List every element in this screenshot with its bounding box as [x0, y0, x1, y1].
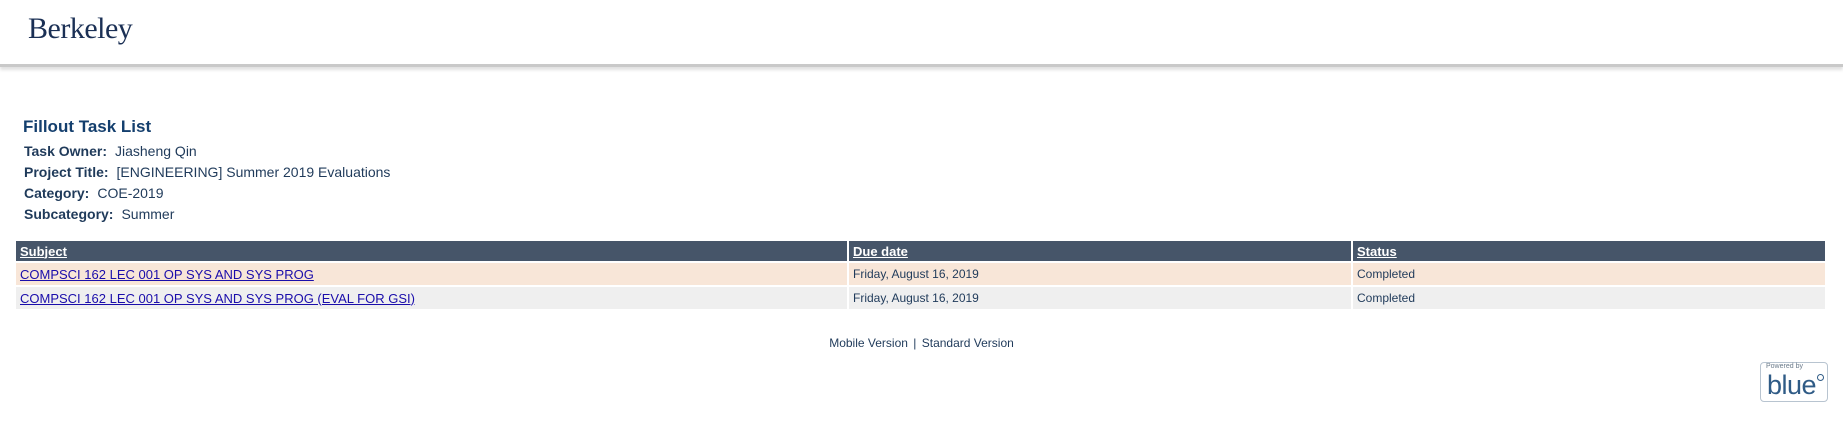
registered-mark-icon [1817, 374, 1824, 381]
top-header: Berkeley [0, 0, 1843, 67]
project-title-row: Project Title: [ENGINEERING] Summer 2019 … [24, 164, 390, 180]
category-value: COE-2019 [97, 185, 164, 201]
task-link[interactable]: COMPSCI 162 LEC 001 OP SYS AND SYS PROG … [20, 291, 415, 306]
category-row: Category: COE-2019 [24, 185, 164, 201]
page-title: Fillout Task List [23, 117, 152, 136]
column-header-subject: Subject [16, 241, 849, 262]
subcategory-row: Subcategory: Summer [24, 206, 174, 222]
project-title-label: Project Title: [24, 164, 109, 180]
status-cell: Completed [1352, 261, 1825, 286]
sort-due-date-link[interactable]: Due date [853, 244, 908, 259]
column-header-due-date: Due date [848, 241, 1353, 262]
due-date-cell: Friday, August 16, 2019 [848, 285, 1353, 309]
task-owner-row: Task Owner: Jiasheng Qin [24, 143, 197, 159]
task-table: Subject Due date Status COMPSCI 162 LEC … [16, 241, 1825, 309]
project-title-value: [ENGINEERING] Summer 2019 Evaluations [116, 164, 391, 180]
task-owner-value: Jiasheng Qin [115, 143, 197, 159]
column-header-status: Status [1352, 241, 1825, 262]
status-cell: Completed [1352, 285, 1825, 309]
standard-version-link[interactable]: Standard Version [922, 336, 1014, 350]
task-owner-label: Task Owner: [24, 143, 107, 159]
category-label: Category: [24, 185, 90, 201]
footer-separator: | [913, 336, 917, 350]
berkeley-logo[interactable]: Berkeley [28, 12, 133, 46]
subject-cell: COMPSCI 162 LEC 001 OP SYS AND SYS PROG … [16, 285, 849, 309]
subject-cell: COMPSCI 162 LEC 001 OP SYS AND SYS PROG [16, 261, 849, 286]
powered-by-blue-badge[interactable]: Powered by blue [1760, 362, 1828, 402]
subcategory-value: Summer [121, 206, 175, 222]
task-link[interactable]: COMPSCI 162 LEC 001 OP SYS AND SYS PROG [20, 267, 314, 282]
sort-status-link[interactable]: Status [1357, 244, 1397, 259]
sort-subject-link[interactable]: Subject [20, 244, 67, 259]
powered-by-label: Powered by [1766, 363, 1803, 370]
mobile-version-link[interactable]: Mobile Version [829, 336, 908, 350]
table-header-row: Subject Due date Status [16, 241, 1825, 262]
blue-logo: blue [1767, 370, 1817, 400]
subcategory-label: Subcategory: [24, 206, 114, 222]
footer-links: Mobile Version | Standard Version [0, 336, 1843, 350]
table-row: COMPSCI 162 LEC 001 OP SYS AND SYS PROG … [16, 285, 1825, 309]
table-row: COMPSCI 162 LEC 001 OP SYS AND SYS PROG … [16, 261, 1825, 286]
due-date-cell: Friday, August 16, 2019 [848, 261, 1353, 286]
